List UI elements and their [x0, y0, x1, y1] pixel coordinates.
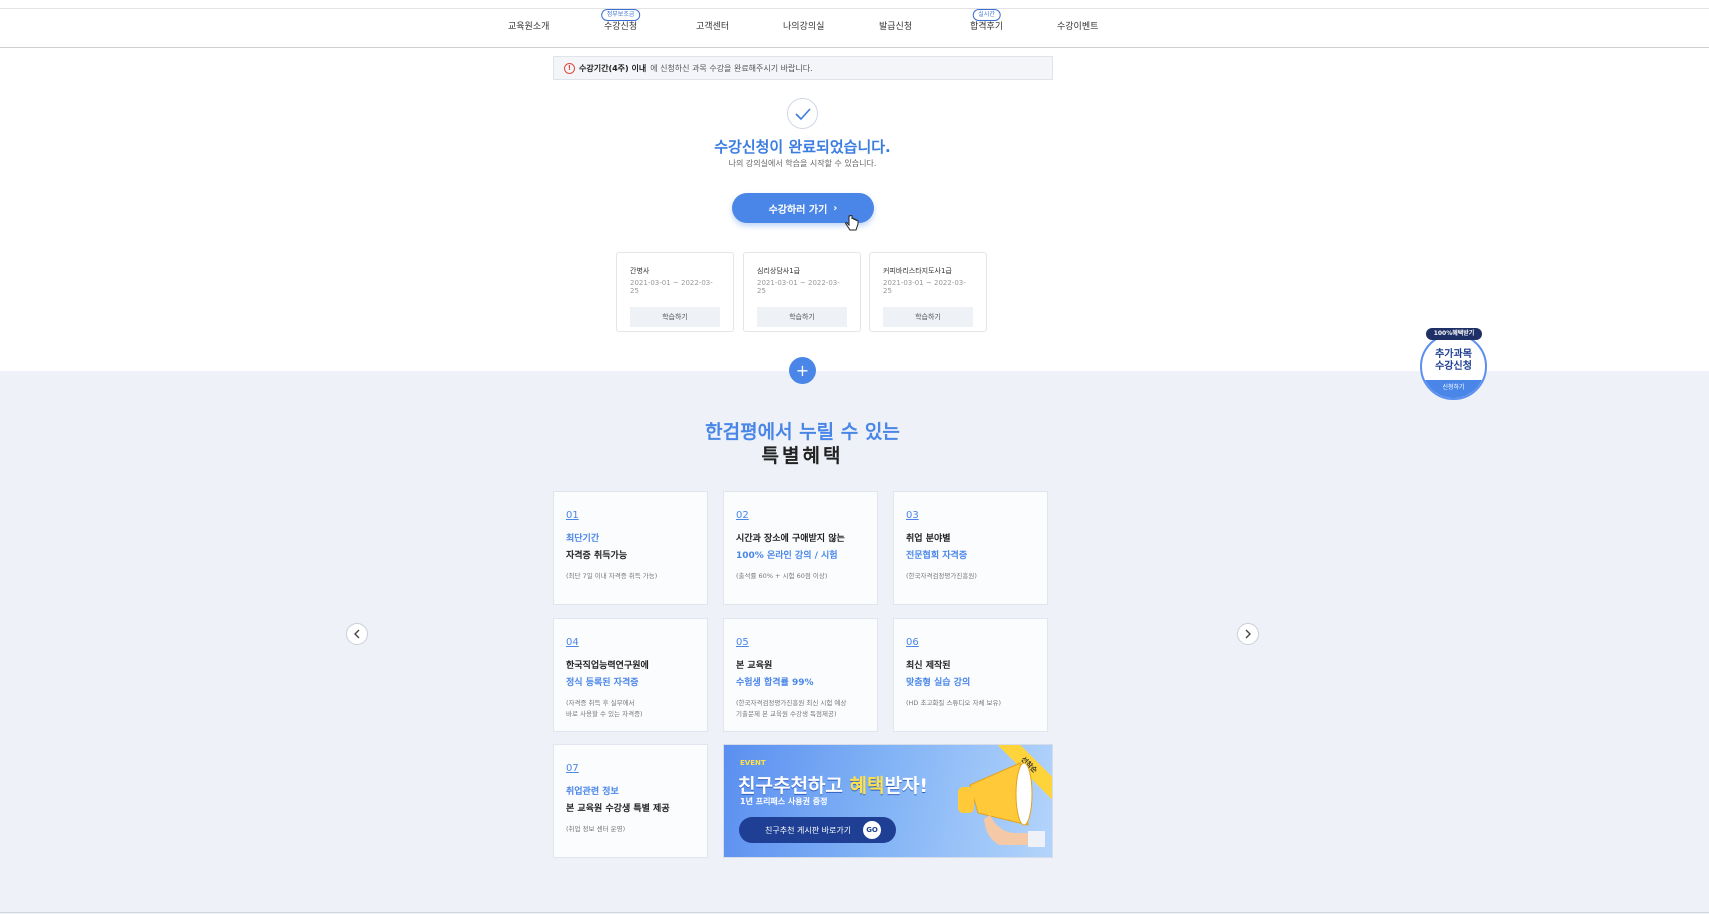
course-card: 간병사 2021-03-01 ~ 2022-03-25 학습하기 [616, 252, 734, 332]
benefit-line2: 100% 온라인 강의 / 시험 [736, 551, 838, 561]
benefit-note: (최단 7일 이내 자격증 취득 가능) [566, 572, 658, 580]
benefit-number: 04 [566, 637, 579, 648]
benefit-line2: 전문협회 자격증 [906, 551, 968, 561]
course-period: 2021-03-01 ~ 2022-03-25 [883, 279, 966, 295]
event-tag: EVENT [740, 759, 766, 767]
benefit-number: 07 [566, 763, 579, 774]
benefit-card: 04 한국직업능력연구원에 정식 등록된 자격증 (자격증 취득 후 실무에서 … [553, 618, 708, 732]
info-icon: ! [564, 62, 575, 74]
nav-badge-realtime: 실시간 [972, 9, 1001, 21]
benefit-note: (HD 초고화질 스튜디오 자체 보유) [906, 699, 1001, 707]
course-name: 간병사 [630, 267, 650, 275]
benefit-number: 06 [906, 637, 919, 648]
benefit-number: 01 [566, 510, 579, 521]
benefit-line2: 맞춤형 실습 강의 [906, 678, 971, 688]
chevron-right-icon: › [833, 202, 838, 214]
benefit-line1: 시간과 장소에 구애받지 않는 [736, 534, 845, 544]
chevron-right-icon [1245, 629, 1251, 639]
benefit-line1: 본 교육원 [736, 661, 773, 671]
benefit-number: 05 [736, 637, 749, 648]
benefit-card: 05 본 교육원 수험생 합격률 99% (한국자격검정평가진흥원 최신 시험 … [723, 618, 878, 732]
benefit-note: (취업 정보 센터 운영) [566, 825, 626, 833]
benefit-line1: 취업관련 정보 [566, 787, 619, 797]
benefits-title-line2: 특별혜택 [761, 445, 844, 467]
completion-subtitle: 나의 강의실에서 학습을 시작할 수 있습니다. [728, 159, 877, 168]
hand-cursor-icon [845, 215, 859, 231]
benefit-line2: 자격증 취득가능 [566, 551, 628, 561]
course-period: 2021-03-01 ~ 2022-03-25 [757, 279, 840, 295]
nav-item-enroll[interactable]: 정부보조금 수강신청 [600, 9, 641, 32]
nav-badge-subsidy: 정부보조금 [600, 9, 641, 21]
benefit-number: 02 [736, 510, 749, 521]
nav-item-reviews[interactable]: 실시간 합격후기 [970, 9, 1003, 32]
benefit-card: 06 최신 제작된 맞춤형 실습 강의 (HD 초고화질 스튜디오 자체 보유) [893, 618, 1048, 732]
benefit-note: (한국자격검정평가진흥원 최신 시험 예상 기출문제 본 교육원 수강생 독점제… [736, 699, 847, 718]
course-card: 심리상담사1급 2021-03-01 ~ 2022-03-25 학습하기 [743, 252, 861, 332]
benefits-title-line1: 한검평에서 누릴 수 있는 [705, 421, 900, 443]
footer-divider [0, 912, 1709, 913]
benefit-card: 03 취업 분야별 전문협회 자격증 (한국자격검정평가진흥원) [893, 491, 1048, 605]
benefit-line2: 본 교육원 수강생 특별 제공 [566, 804, 670, 814]
benefit-line1: 취업 분야별 [906, 534, 951, 544]
additional-course-float-button[interactable]: 100%혜택받기 추가과목 수강신청 신청하기 [1420, 328, 1487, 400]
benefit-card: 01 최단기간 자격증 취득가능 (최단 7일 이내 자격증 취득 가능) [553, 491, 708, 605]
benefit-number: 03 [906, 510, 919, 521]
notice-bar: ! 수강기간(4주) 이내 에 신청하신 과목 수강을 완료해주시기 바랍니다. [553, 56, 1053, 80]
benefit-line1: 최단기간 [566, 534, 600, 544]
nav-item-support[interactable]: 고객센터 [696, 19, 729, 32]
nav-item-issue[interactable]: 발급신청 [879, 19, 912, 32]
event-subtitle: 1년 프리패스 사용권 증정 [740, 797, 828, 806]
benefit-line1: 최신 제작된 [906, 661, 951, 671]
nav-item-about[interactable]: 교육원소개 [508, 19, 549, 32]
benefit-card: 02 시간과 장소에 구애받지 않는 100% 온라인 강의 / 시험 (출석률… [723, 491, 878, 605]
main-nav: 교육원소개 정부보조금 수강신청 고객센터 나의강의실 발급신청 실시간 합격후… [0, 8, 1709, 39]
megaphone-icon [958, 762, 1045, 847]
benefit-line1: 한국직업능력연구원에 [566, 661, 649, 671]
referral-board-label: 친구추천 게시판 바로가기 [765, 825, 852, 835]
course-name: 커피바리스타지도사1급 [883, 267, 952, 275]
learn-button[interactable]: 학습하기 [757, 307, 847, 327]
nav-item-my-classroom[interactable]: 나의강의실 [783, 19, 824, 32]
go-icon: GO [863, 821, 882, 839]
referral-board-button[interactable]: 친구추천 게시판 바로가기 GO [739, 817, 896, 843]
float-badge-circle: 추가과목 수강신청 신청하기 [1420, 333, 1487, 400]
benefit-note: (한국자격검정평가진흥원) [906, 572, 977, 580]
carousel-next-button[interactable] [1237, 623, 1259, 645]
float-badge-title: 추가과목 수강신청 [1435, 349, 1472, 372]
plus-button[interactable]: + [789, 357, 816, 384]
course-name: 심리상담사1급 [757, 267, 801, 275]
benefit-line2: 정식 등록된 자격증 [566, 678, 639, 688]
check-icon [787, 98, 818, 129]
float-badge-foot: 신청하기 [1422, 380, 1485, 398]
learn-button[interactable]: 학습하기 [630, 307, 720, 327]
course-period: 2021-03-01 ~ 2022-03-25 [630, 279, 713, 295]
event-headline: 친구추천하고 혜택받자! [738, 775, 929, 797]
benefit-card: 07 취업관련 정보 본 교육원 수강생 특별 제공 (취업 정보 센터 운영) [553, 744, 708, 858]
friend-referral-event-banner[interactable]: EVENT 친구추천하고 혜택받자! 1년 프리패스 사용권 증정 친구추천 게… [723, 744, 1053, 858]
float-badge-top: 100%혜택받기 [1426, 328, 1482, 340]
benefit-line2: 수험생 합격률 99% [736, 678, 814, 688]
course-card: 커피바리스타지도사1급 2021-03-01 ~ 2022-03-25 학습하기 [869, 252, 987, 332]
carousel-prev-button[interactable] [346, 623, 368, 645]
completion-title: 수강신청이 완료되었습니다. [714, 138, 891, 156]
chevron-left-icon [354, 629, 360, 639]
go-to-class-label: 수강하러 가기 [768, 204, 828, 216]
nav-item-events[interactable]: 수강이벤트 [1057, 19, 1098, 32]
benefit-note: (자격증 취득 후 실무에서 바로 사용할 수 있는 자격증) [566, 699, 643, 718]
notice-bold: 수강기간(4주) 이내 [579, 63, 647, 73]
learn-button[interactable]: 학습하기 [883, 307, 973, 327]
notice-text: 에 신청하신 과목 수강을 완료해주시기 바랍니다. [650, 63, 813, 73]
benefit-note: (출석률 60% + 시험 60점 이상) [736, 572, 828, 580]
